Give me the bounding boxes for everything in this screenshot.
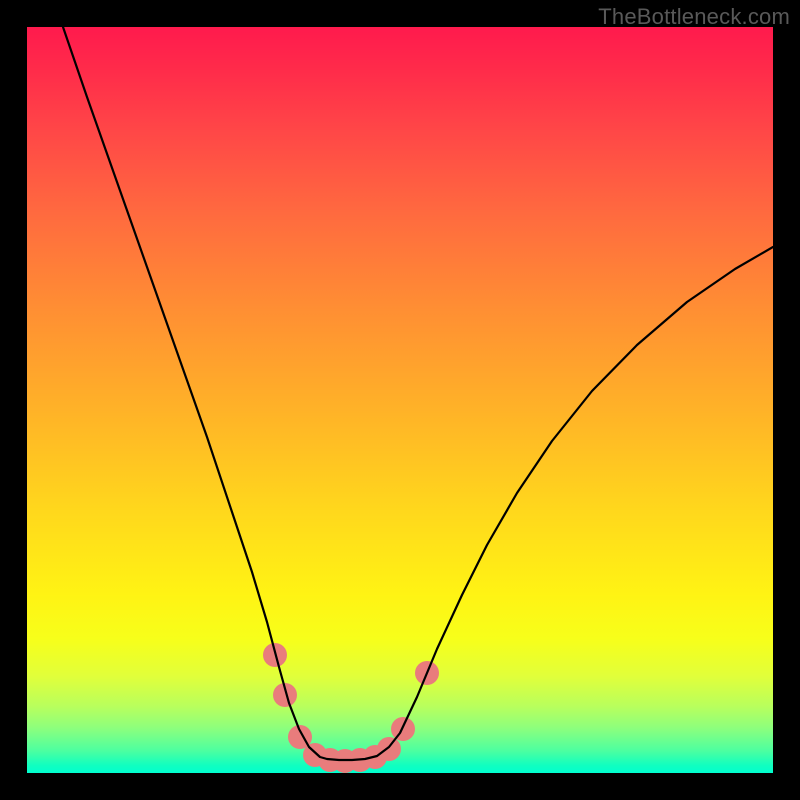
plot-area [27, 27, 773, 773]
chart-frame: TheBottleneck.com [0, 0, 800, 800]
chart-svg [27, 27, 773, 773]
dot-right-low [377, 737, 401, 761]
bottleneck-curve [63, 27, 773, 760]
